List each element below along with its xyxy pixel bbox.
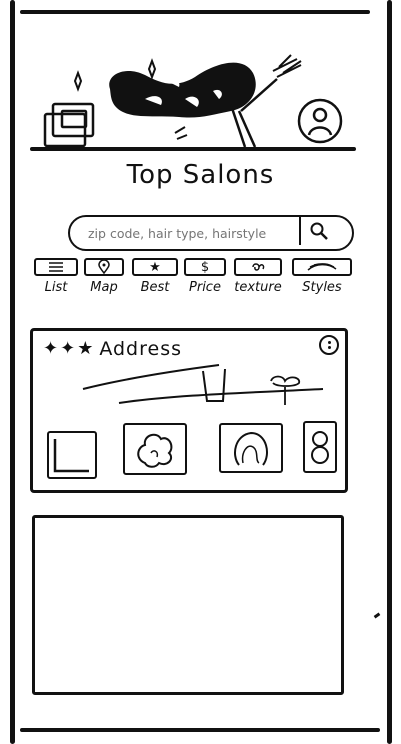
frame-top-border [20, 10, 370, 14]
tab-best[interactable]: ★ Best [132, 258, 178, 298]
frame-right-border [387, 0, 392, 744]
tab-texture[interactable]: texture [234, 258, 282, 298]
search-bar [68, 215, 354, 251]
tab-list-label: List [44, 280, 68, 295]
page-title: Top Salons [126, 160, 275, 190]
braids-icon [311, 431, 329, 464]
salon-card[interactable]: ✦ ✦ ★ Address [30, 328, 348, 493]
star-icon: ★ [132, 258, 178, 276]
photo-thumbnail[interactable] [47, 431, 97, 479]
tab-price-label: Price [189, 280, 221, 295]
frame-bottom-border [20, 728, 380, 732]
curl-icon [234, 258, 282, 276]
salon-street-sketch [82, 364, 324, 405]
tab-list[interactable]: List [34, 258, 78, 298]
hair-strands-icon [292, 258, 352, 276]
tab-styles-label: Styles [302, 280, 342, 295]
tab-styles[interactable]: Styles [292, 258, 352, 298]
search-input[interactable] [86, 221, 296, 245]
person-icon[interactable] [297, 98, 343, 144]
pen-mark [373, 612, 381, 619]
photo-thumbnail[interactable] [219, 423, 283, 473]
tab-best-label: Best [140, 280, 170, 295]
tab-map[interactable]: Map [84, 258, 124, 298]
search-button[interactable] [299, 217, 337, 245]
map-pin-icon [84, 258, 124, 276]
tab-price[interactable]: $ Price [184, 258, 226, 298]
filter-tabs: List Map ★ Best $ Price texture Styles [34, 258, 356, 298]
tab-texture-label: texture [234, 280, 282, 295]
photos-icon[interactable] [43, 102, 95, 148]
header-illustration [43, 54, 343, 148]
search-icon [310, 222, 328, 240]
tab-map-label: Map [90, 280, 118, 295]
photo-thumbnail[interactable] [303, 421, 337, 473]
wavy-hair-icon [234, 431, 268, 466]
hair-flip-person-illustration [109, 54, 302, 148]
header-divider [30, 147, 356, 151]
dollar-icon: $ [184, 258, 226, 276]
photo-icon [53, 439, 89, 473]
salon-card-placeholder[interactable] [32, 515, 344, 695]
photo-thumbnail[interactable] [123, 423, 187, 475]
curly-hair-icon [137, 433, 173, 468]
app-header [15, 15, 387, 150]
list-icon [34, 258, 78, 276]
